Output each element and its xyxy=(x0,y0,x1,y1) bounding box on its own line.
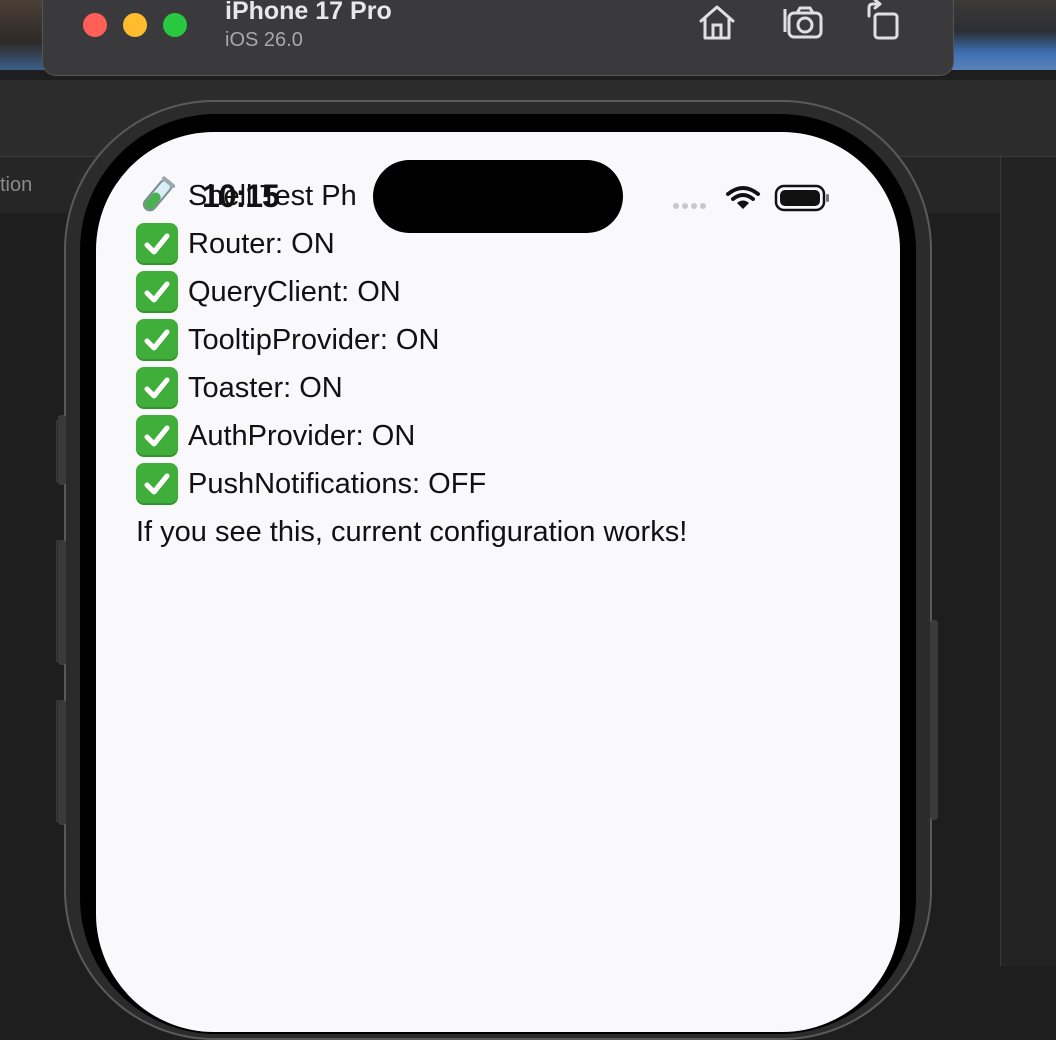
status-message: If you see this, current configuration w… xyxy=(136,515,688,548)
simulator-title-bar: iPhone 17 Pro iOS 26.0 xyxy=(42,0,954,76)
check-mark-icon xyxy=(136,367,178,409)
feature-row: QueryClient: ON xyxy=(136,268,876,316)
background-right-panel xyxy=(1000,157,1056,966)
status-icons xyxy=(670,182,830,221)
check-mark-icon xyxy=(136,319,178,361)
feature-row: AuthProvider: ON xyxy=(136,412,876,460)
volume-down-button[interactable] xyxy=(58,700,66,825)
test-tube-icon xyxy=(136,175,178,217)
signal-wifi-battery-icon xyxy=(673,184,829,212)
feature-label: PushNotifications: OFF xyxy=(188,467,487,500)
check-mark-icon xyxy=(136,463,178,505)
action-button[interactable] xyxy=(58,415,66,485)
dynamic-island xyxy=(373,160,623,233)
volume-up-button[interactable] xyxy=(58,540,66,665)
zoom-window-button[interactable] xyxy=(163,13,187,37)
feature-label: AuthProvider: ON xyxy=(188,419,416,452)
check-mark-icon xyxy=(136,271,178,313)
check-mark-icon xyxy=(136,223,178,265)
feature-label: TooltipProvider: ON xyxy=(188,323,440,356)
feature-label: QueryClient: ON xyxy=(188,275,401,308)
screenshot-icon[interactable] xyxy=(781,0,825,44)
power-button[interactable] xyxy=(930,620,938,820)
feature-label: Toaster: ON xyxy=(188,371,343,404)
background-tab-label[interactable]: tion xyxy=(0,174,32,197)
check-mark-icon xyxy=(136,415,178,457)
home-icon[interactable] xyxy=(695,0,739,44)
os-version: iOS 26.0 xyxy=(225,29,303,51)
feature-row: TooltipProvider: ON xyxy=(136,316,876,364)
feature-row: PushNotifications: OFF xyxy=(136,460,876,508)
minimize-window-button[interactable] xyxy=(123,13,147,37)
close-window-button[interactable] xyxy=(83,13,107,37)
device-name: iPhone 17 Pro xyxy=(225,0,392,25)
status-time: 10:15 xyxy=(202,178,280,214)
desktop-wallpaper-right xyxy=(952,0,1056,70)
feature-row: Toaster: ON xyxy=(136,364,876,412)
feature-label: Router: ON xyxy=(188,227,335,260)
desktop-wallpaper-left xyxy=(0,0,44,70)
rotate-icon[interactable] xyxy=(861,0,905,44)
